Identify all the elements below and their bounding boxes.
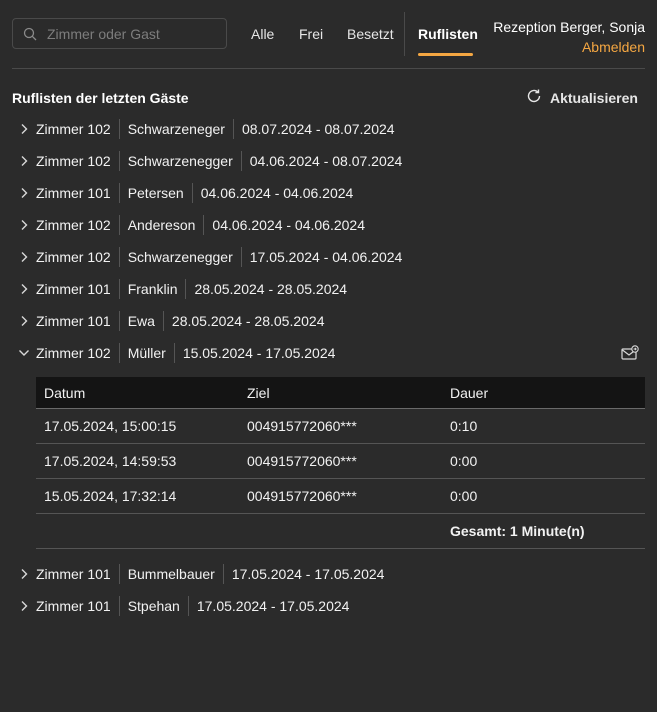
search-input[interactable] bbox=[47, 25, 217, 42]
call-date: 15.05.2024, 17:32:14 bbox=[44, 488, 177, 504]
tab-besetzt[interactable]: Besetzt bbox=[347, 26, 394, 42]
guest-name: Andereson bbox=[127, 217, 196, 233]
refresh-icon bbox=[526, 88, 542, 107]
mail-icon[interactable] bbox=[621, 345, 639, 364]
call-duration: 0:00 bbox=[450, 488, 478, 504]
chevron-right-icon[interactable] bbox=[12, 251, 36, 263]
stay-period: 04.06.2024 - 04.06.2024 bbox=[212, 217, 365, 233]
chevron-right-icon[interactable] bbox=[12, 600, 36, 612]
call-total-row: Gesamt: 1 Minute(n) bbox=[36, 514, 645, 549]
user-block: Rezeption Berger, Sonja Abmelden bbox=[493, 17, 645, 57]
guest-row[interactable]: Zimmer 102 Schwarzenegger 04.06.2024 - 08.… bbox=[12, 145, 645, 177]
call-duration: 0:00 bbox=[450, 453, 478, 469]
room-label: Zimmer 101 bbox=[36, 566, 111, 582]
table-row: 17.05.2024, 15:00:15 004915772060*** 0:1… bbox=[36, 409, 645, 444]
guest-name: Petersen bbox=[127, 185, 184, 201]
guest-name: Müller bbox=[127, 345, 166, 361]
call-date: 17.05.2024, 14:59:53 bbox=[44, 453, 177, 469]
call-table: Datum Ziel Dauer 17.05.2024, 15:00:15 00… bbox=[36, 377, 645, 549]
stay-period: 04.06.2024 - 04.06.2024 bbox=[200, 185, 354, 201]
guest-name: Schwarzenegger bbox=[127, 249, 233, 265]
guest-row[interactable]: Zimmer 101 Bummelbauer 17.05.2024 - 17.05.… bbox=[12, 558, 645, 590]
call-target: 004915772060*** bbox=[247, 418, 357, 434]
chevron-right-icon[interactable] bbox=[12, 123, 36, 135]
room-label: Zimmer 102 bbox=[36, 345, 111, 361]
room-label: Zimmer 102 bbox=[36, 153, 111, 169]
guest-row[interactable]: Zimmer 101 Franklin 28.05.2024 - 28.05.202… bbox=[12, 273, 645, 305]
table-row: 15.05.2024, 17:32:14 004915772060*** 0:0… bbox=[36, 479, 645, 514]
section-title: Ruflisten der letzten Gäste bbox=[12, 90, 189, 106]
stay-period: 17.05.2024 - 04.06.2024 bbox=[249, 249, 403, 265]
column-header-date: Datum bbox=[44, 384, 86, 401]
room-label: Zimmer 101 bbox=[36, 185, 111, 201]
active-tab-indicator bbox=[418, 53, 473, 56]
room-label: Zimmer 101 bbox=[36, 598, 111, 614]
guest-row[interactable]: Zimmer 101 Stpehan 17.05.2024 - 17.05.2024 bbox=[12, 590, 645, 622]
guest-name: Bummelbauer bbox=[127, 566, 215, 582]
logout-link[interactable]: Abmelden bbox=[493, 37, 645, 57]
refresh-label: Aktualisieren bbox=[550, 89, 638, 106]
tab-alle[interactable]: Alle bbox=[251, 26, 274, 42]
guest-row[interactable]: Zimmer 101 Petersen 04.06.2024 - 04.06.202… bbox=[12, 177, 645, 209]
guest-name: Franklin bbox=[127, 281, 178, 297]
chevron-right-icon[interactable] bbox=[12, 568, 36, 580]
guest-name: Stpehan bbox=[127, 598, 180, 614]
search-icon bbox=[13, 27, 47, 41]
guest-name: Ewa bbox=[127, 313, 155, 329]
chevron-right-icon[interactable] bbox=[12, 155, 36, 167]
stay-period: 28.05.2024 - 28.05.2024 bbox=[171, 313, 325, 329]
stay-period: 17.05.2024 - 17.05.2024 bbox=[196, 598, 350, 614]
room-label: Zimmer 101 bbox=[36, 281, 111, 297]
stay-period: 04.06.2024 - 08.07.2024 bbox=[249, 153, 403, 169]
room-label: Zimmer 101 bbox=[36, 313, 111, 329]
header-divider bbox=[12, 68, 645, 69]
header: Alle Frei Besetzt Ruflisten Rezeption Be… bbox=[0, 0, 657, 69]
guest-name: Schwarzenegger bbox=[127, 153, 233, 169]
chevron-right-icon[interactable] bbox=[12, 187, 36, 199]
stay-period: 28.05.2024 - 28.05.2024 bbox=[194, 281, 348, 297]
guest-row[interactable]: Zimmer 102 Schwarzenegger 17.05.2024 - 04.… bbox=[12, 241, 645, 273]
chevron-right-icon[interactable] bbox=[12, 219, 36, 231]
guest-row[interactable]: Zimmer 102 Schwarzeneger 08.07.2024 - 08.0… bbox=[12, 113, 645, 145]
chevron-down-icon[interactable] bbox=[12, 348, 36, 358]
refresh-button[interactable]: Aktualisieren bbox=[526, 88, 638, 107]
chevron-right-icon[interactable] bbox=[12, 283, 36, 295]
table-row: 17.05.2024, 14:59:53 004915772060*** 0:0… bbox=[36, 444, 645, 479]
tab-ruflisten[interactable]: Ruflisten bbox=[418, 26, 478, 42]
call-target: 004915772060*** bbox=[247, 488, 357, 504]
stay-period: 17.05.2024 - 17.05.2024 bbox=[231, 566, 385, 582]
guest-row[interactable]: Zimmer 102 Müller 15.05.2024 - 17.05.2024 bbox=[12, 337, 645, 369]
column-header-duration: Dauer bbox=[450, 384, 489, 401]
guest-name: Schwarzeneger bbox=[127, 121, 225, 137]
guest-row[interactable]: Zimmer 102 Andereson 04.06.2024 - 04.06.20… bbox=[12, 209, 645, 241]
guest-row[interactable]: Zimmer 101 Ewa 28.05.2024 - 28.05.2024 bbox=[12, 305, 645, 337]
search-box[interactable] bbox=[12, 18, 227, 49]
stay-period: 08.07.2024 - 08.07.2024 bbox=[241, 121, 395, 137]
call-duration: 0:10 bbox=[450, 418, 478, 434]
call-total: Gesamt: 1 Minute(n) bbox=[450, 523, 585, 539]
column-header-target: Ziel bbox=[247, 384, 270, 401]
call-date: 17.05.2024, 15:00:15 bbox=[44, 418, 177, 434]
tab-frei[interactable]: Frei bbox=[299, 26, 323, 42]
stay-period: 15.05.2024 - 17.05.2024 bbox=[182, 345, 336, 361]
user-name: Rezeption Berger, Sonja bbox=[493, 19, 645, 35]
room-label: Zimmer 102 bbox=[36, 121, 111, 137]
call-table-header: Datum Ziel Dauer bbox=[36, 377, 645, 409]
room-label: Zimmer 102 bbox=[36, 249, 111, 265]
room-label: Zimmer 102 bbox=[36, 217, 111, 233]
nav-divider bbox=[404, 12, 405, 56]
call-target: 004915772060*** bbox=[247, 453, 357, 469]
chevron-right-icon[interactable] bbox=[12, 315, 36, 327]
